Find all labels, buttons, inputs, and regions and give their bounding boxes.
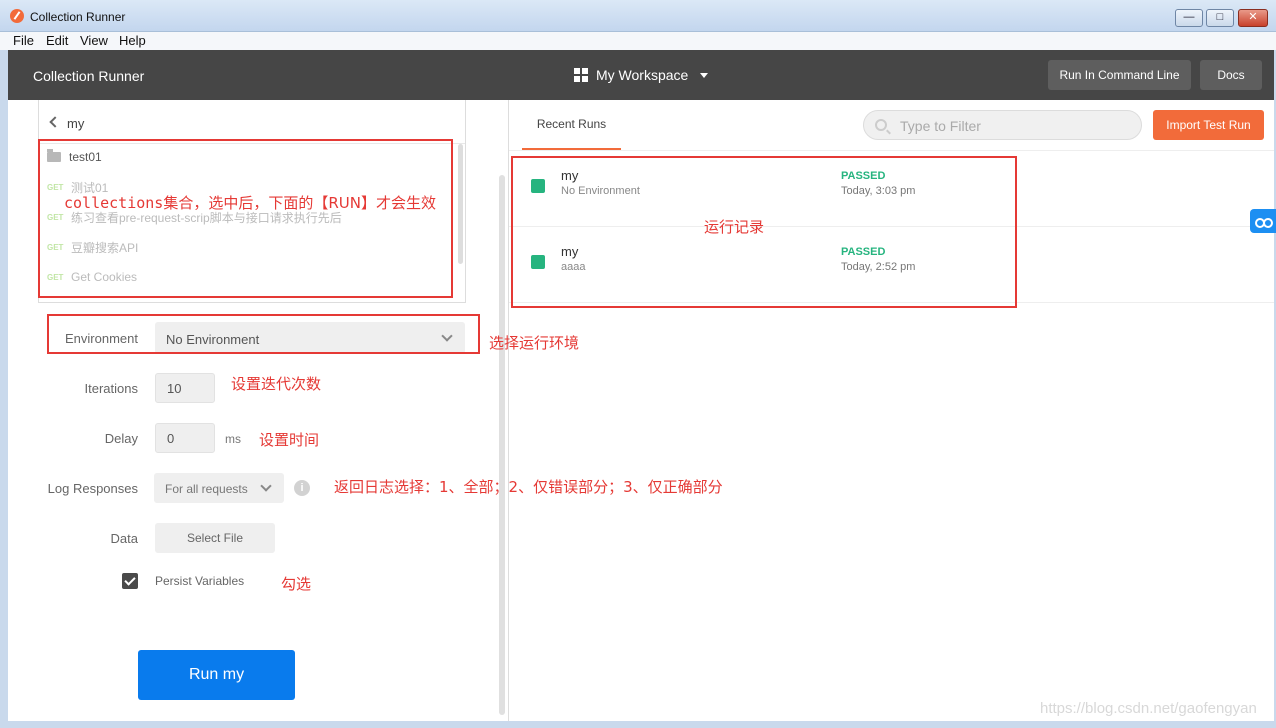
menu-view[interactable]: View <box>80 33 108 48</box>
delay-unit: ms <box>225 432 241 446</box>
header-title: Collection Runner <box>33 68 145 84</box>
select-file-button[interactable]: Select File <box>155 523 275 553</box>
annotation-iterations: 设置迭代次数 <box>231 375 322 393</box>
collection-back-row[interactable]: my <box>39 100 465 144</box>
import-test-run-button[interactable]: Import Test Run <box>1153 110 1264 140</box>
grid-icon <box>574 68 588 82</box>
floating-widget-icon[interactable] <box>1250 209 1276 233</box>
collection-name: my <box>67 116 85 131</box>
data-label: Data <box>110 531 138 546</box>
window-title: Collection Runner <box>30 10 126 24</box>
window-titlebar: Collection Runner — □ ✕ <box>0 0 1276 32</box>
postman-logo-icon <box>10 9 24 23</box>
annotation-box-collections <box>38 139 453 298</box>
log-responses-select[interactable]: For all requests <box>154 473 284 503</box>
persist-variables-label: Persist Variables <box>155 574 245 588</box>
iterations-value: 10 <box>167 381 182 396</box>
annotation-environment: 选择运行环境 <box>489 334 580 352</box>
close-button[interactable]: ✕ <box>1238 9 1268 27</box>
filter-placeholder: Type to Filter <box>900 118 981 134</box>
menu-bar: File Edit View Help <box>0 32 1276 50</box>
log-responses-value: For all requests <box>165 482 248 496</box>
chevron-left-icon <box>49 116 61 128</box>
menu-help[interactable]: Help <box>119 33 146 48</box>
left-panel-scrollbar[interactable] <box>499 175 505 715</box>
annotation-collections-prefix: collections <box>64 194 164 212</box>
maximize-button[interactable]: □ <box>1206 9 1234 27</box>
menu-file[interactable]: File <box>13 33 34 48</box>
tab-recent-runs[interactable]: Recent Runs <box>522 110 621 150</box>
iterations-label: Iterations <box>84 381 138 396</box>
workspace-switcher[interactable]: My Workspace <box>574 67 709 83</box>
menu-edit[interactable]: Edit <box>46 33 68 48</box>
delay-value: 0 <box>167 431 175 446</box>
info-icon[interactable]: i <box>294 480 310 496</box>
workspace-name: My Workspace <box>596 67 689 83</box>
filter-input[interactable]: Type to Filter <box>863 110 1142 140</box>
persist-variables-checkbox[interactable] <box>122 573 138 589</box>
app-header: Collection Runner My Workspace Run In Co… <box>8 50 1274 100</box>
annotation-delay: 设置时间 <box>259 431 320 449</box>
minimize-button[interactable]: — <box>1175 9 1203 27</box>
log-responses-label: Log Responses <box>47 481 138 496</box>
collection-scrollbar[interactable] <box>458 144 463 264</box>
tab-recent-runs-label: Recent Runs <box>536 117 607 131</box>
run-in-command-line-button[interactable]: Run In Command Line <box>1048 60 1191 90</box>
caret-down-icon <box>700 72 709 78</box>
delay-label: Delay <box>104 431 138 446</box>
annotation-log: 返回日志选择：1、全部；2、仅错误部分；3、仅正确部分 <box>334 478 723 496</box>
chevron-down-icon <box>260 480 272 492</box>
annotation-persist: 勾选 <box>281 575 312 593</box>
docs-button[interactable]: Docs <box>1200 60 1262 90</box>
watermark: https://blog.csdn.net/gaofengyan <box>1040 700 1257 717</box>
iterations-input[interactable]: 10 <box>155 373 215 403</box>
search-icon <box>875 119 887 131</box>
annotation-box-environment <box>47 314 480 354</box>
annotation-collections-rest: 集合，选中后，下面的【RUN】才会生效 <box>163 194 436 212</box>
select-file-label: Select File <box>186 531 244 545</box>
annotation-collections: collections集合，选中后，下面的【RUN】才会生效 <box>64 192 436 213</box>
annotation-runs: 运行记录 <box>704 218 765 236</box>
delay-input[interactable]: 0 <box>155 423 215 453</box>
run-collection-button[interactable]: Run my <box>138 650 295 700</box>
